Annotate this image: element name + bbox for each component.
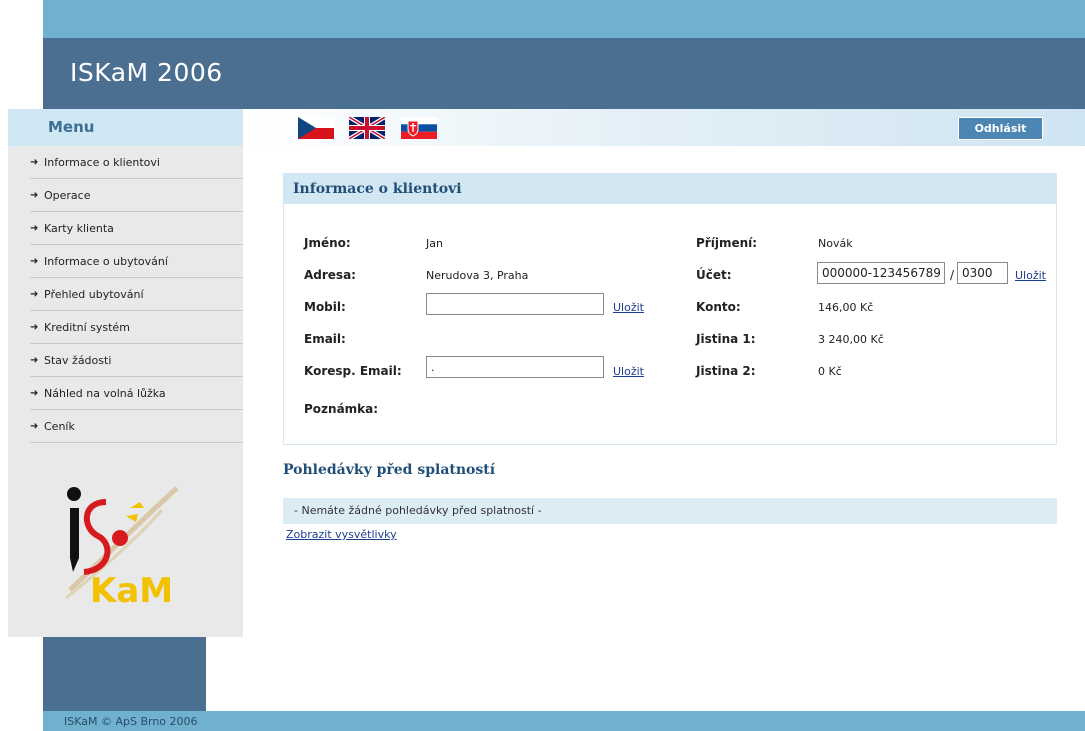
app-title: ISKaM 2006	[70, 58, 223, 87]
flag-sk-icon[interactable]	[401, 117, 437, 139]
footer	[43, 711, 1085, 731]
sidebar-item-label: Přehled ubytování	[44, 287, 144, 301]
surname-label: Příjmení:	[696, 236, 758, 250]
deposit2-value: 0 Kč	[818, 365, 842, 378]
sidebar-item-label: Informace o klientovi	[44, 155, 160, 169]
footer-copyright: ISKaM © ApS Brno 2006	[64, 715, 198, 728]
sidebar-item-label: Stav žádosti	[44, 353, 112, 367]
arrow-right-icon: ➜	[30, 288, 39, 300]
corr-email-save-link[interactable]: Uložit	[613, 365, 644, 378]
left-bottom-block	[43, 637, 206, 711]
sidebar-item-pricelist[interactable]: ➜ Ceník	[30, 410, 243, 443]
flag-gb-icon[interactable]	[349, 117, 385, 139]
first-name-label: Jméno:	[304, 236, 351, 250]
sidebar-item-request-status[interactable]: ➜ Stav žádosti	[30, 344, 243, 377]
header-top-band	[43, 0, 1085, 38]
bank-code-input[interactable]	[957, 262, 1008, 284]
sidebar-item-client-info[interactable]: ➜ Informace o klientovi	[30, 146, 243, 179]
sidebar-item-credit-system[interactable]: ➜ Kreditní systém	[30, 311, 243, 344]
arrow-right-icon: ➜	[30, 354, 39, 366]
show-explanations-link[interactable]: Zobrazit vysvětlivky	[286, 528, 397, 541]
balance-value: 146,00 Kč	[818, 301, 874, 314]
sidebar-item-label: Náhled na volná lůžka	[44, 386, 166, 400]
surname-value: Novák	[818, 237, 853, 250]
balance-label: Konto:	[696, 300, 741, 314]
iskam-logo: KaM	[52, 480, 182, 611]
mobile-label: Mobil:	[304, 300, 346, 314]
sidebar-item-label: Kreditní systém	[44, 320, 130, 334]
account-separator: /	[950, 268, 955, 282]
page: ISKaM 2006 Menu Odhlásit ➜ Informace o k…	[0, 0, 1085, 731]
corr-email-label: Koresp. Email:	[304, 364, 402, 378]
address-value: Nerudova 3, Praha	[426, 269, 529, 282]
arrow-right-icon: ➜	[30, 321, 39, 333]
receivables-empty-text: - Nemáte žádné pohledávky před splatnost…	[294, 504, 542, 517]
address-label: Adresa:	[304, 268, 356, 282]
account-save-link[interactable]: Uložit	[1015, 269, 1046, 282]
client-info-panel	[283, 173, 1057, 445]
sidebar-menu: ➜ Informace o klientovi ➜ Operace ➜ Karty k…	[30, 146, 243, 443]
sidebar-item-accommodation-overview[interactable]: ➜ Přehled ubytování	[30, 278, 243, 311]
deposit1-label: Jistina 1:	[696, 332, 756, 346]
deposit1-value: 3 240,00 Kč	[818, 333, 884, 346]
account-number-input[interactable]	[817, 262, 945, 284]
sidebar-item-operations[interactable]: ➜ Operace	[30, 179, 243, 212]
logout-button[interactable]: Odhlásit	[958, 117, 1043, 140]
flag-cz-icon[interactable]	[298, 117, 334, 139]
arrow-right-icon: ➜	[30, 255, 39, 267]
sidebar-item-free-beds[interactable]: ➜ Náhled na volná lůžka	[30, 377, 243, 410]
first-name-value: Jan	[426, 237, 443, 250]
arrow-right-icon: ➜	[30, 222, 39, 234]
sidebar-item-client-cards[interactable]: ➜ Karty klienta	[30, 212, 243, 245]
mobile-input[interactable]	[426, 293, 604, 315]
sidebar-item-label: Ceník	[44, 419, 75, 433]
deposit2-label: Jistina 2:	[696, 364, 756, 378]
arrow-right-icon: ➜	[30, 387, 39, 399]
sidebar-item-label: Karty klienta	[44, 221, 114, 235]
mobile-save-link[interactable]: Uložit	[613, 301, 644, 314]
sidebar-item-label: Informace o ubytování	[44, 254, 168, 268]
receivables-title: Pohledávky před splatností	[283, 462, 496, 478]
client-info-title: Informace o klientovi	[293, 181, 462, 197]
email-label: Email:	[304, 332, 346, 346]
arrow-right-icon: ➜	[30, 420, 39, 432]
menu-title: Menu	[48, 118, 95, 136]
svg-text:KaM: KaM	[90, 571, 173, 610]
corr-email-input[interactable]	[426, 356, 604, 378]
note-label: Poznámka:	[304, 402, 379, 416]
menu-header	[8, 109, 243, 146]
account-label: Účet:	[696, 268, 732, 282]
arrow-right-icon: ➜	[30, 156, 39, 168]
sidebar-item-accommodation-info[interactable]: ➜ Informace o ubytování	[30, 245, 243, 278]
sidebar-item-label: Operace	[44, 188, 91, 202]
arrow-right-icon: ➜	[30, 189, 39, 201]
